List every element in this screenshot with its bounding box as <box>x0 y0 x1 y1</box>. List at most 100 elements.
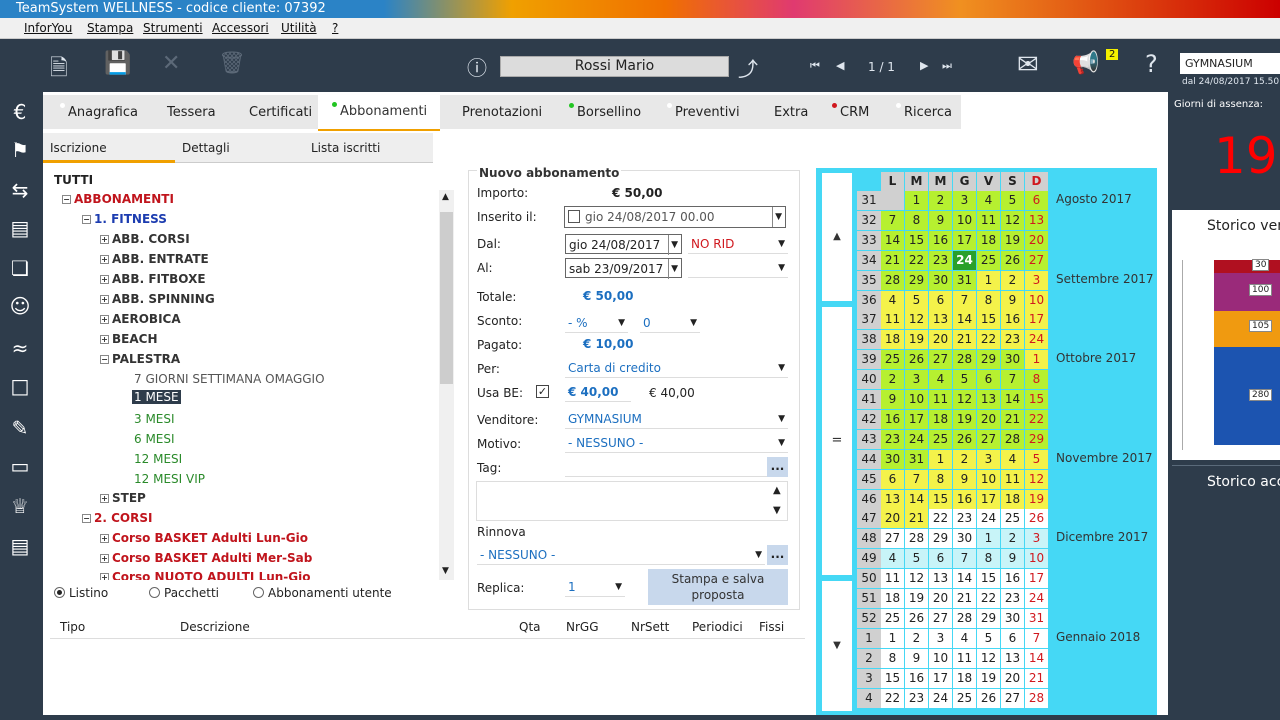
calendar-day[interactable]: 16 <box>929 230 952 250</box>
tag-browse-button[interactable]: ... <box>767 457 788 477</box>
calendar-day[interactable]: 30 <box>953 529 976 549</box>
calendar-day[interactable]: 25 <box>953 688 976 708</box>
calendar-day[interactable]: 17 <box>1025 310 1048 330</box>
motivo-select[interactable]: - NESSUNO - ▼ <box>565 433 788 453</box>
calendar-day[interactable]: 7 <box>1025 628 1048 648</box>
tree-scroll-thumb[interactable] <box>440 212 453 384</box>
calendar-day[interactable]: 15 <box>977 310 1000 330</box>
tree-node[interactable]: + AEROBICA <box>100 312 181 326</box>
calendar-day[interactable]: 18 <box>881 589 904 608</box>
calendar-day[interactable]: 5 <box>905 549 928 569</box>
al-field[interactable]: sab 23/09/2017 ▼ <box>565 258 682 279</box>
prev-page-icon[interactable]: ◀ <box>836 59 844 72</box>
col-qta[interactable]: Qta <box>519 620 541 634</box>
calendar-day[interactable]: 18 <box>881 330 904 350</box>
calendar-day[interactable]: 11 <box>881 569 904 589</box>
notes-scroll-up-icon[interactable]: ▲ <box>773 485 781 496</box>
calendar-day[interactable]: 22 <box>905 250 928 270</box>
menu-inforyou[interactable]: InforYou <box>24 21 72 35</box>
calendar-day[interactable]: 26 <box>977 688 1000 708</box>
rinnova-select[interactable]: - NESSUNO - ▼ <box>477 545 765 565</box>
usabe-value[interactable]: € 40,00 <box>565 382 631 402</box>
calendar-day[interactable]: 8 <box>977 290 1000 310</box>
calendar-day[interactable]: 20 <box>977 409 1000 429</box>
calendar-day[interactable]: 6 <box>1025 191 1048 210</box>
calendar-day[interactable]: 20 <box>929 589 952 608</box>
calendar-day[interactable]: 21 <box>953 589 976 608</box>
menu-utilita[interactable]: Utilità <box>281 21 317 35</box>
tree-node[interactable]: + Corso NUOTO ADULTI Lun-Gio <box>100 570 311 580</box>
first-page-icon[interactable]: ⏮ <box>810 59 820 73</box>
print-save-button[interactable]: Stampa e salva proposta <box>648 569 788 605</box>
calendar-day[interactable]: 5 <box>977 628 1000 648</box>
tree-node[interactable]: + BEACH <box>100 332 157 346</box>
calendar-next-button[interactable]: ▼ <box>822 581 852 711</box>
menu-help[interactable]: ? <box>332 21 338 35</box>
calendar-day[interactable]: 9 <box>953 469 976 489</box>
calendar-day[interactable]: 21 <box>1001 409 1024 429</box>
new-document-icon[interactable]: 🗎 <box>50 51 68 89</box>
radio-listino[interactable]: Listino <box>54 586 108 600</box>
calendar-day[interactable]: 31 <box>953 270 976 290</box>
tab-extra[interactable]: Extra <box>774 105 808 120</box>
calendar-day[interactable]: 25 <box>1001 509 1024 529</box>
calendar-day[interactable]: 6 <box>929 290 952 310</box>
calendar-day[interactable]: 3 <box>929 628 952 648</box>
calendar-day[interactable]: 11 <box>953 648 976 668</box>
calendar-day[interactable]: 26 <box>905 608 928 628</box>
calendar-day[interactable]: 17 <box>1025 569 1048 589</box>
calendar-day[interactable]: 12 <box>1001 210 1024 230</box>
col-nrsett[interactable]: NrSett <box>631 620 669 634</box>
notes-scroll-down-icon[interactable]: ▼ <box>773 505 781 516</box>
calendar-day[interactable]: 14 <box>881 230 904 250</box>
calendar-day[interactable]: 24 <box>929 688 952 708</box>
smiley-icon[interactable]: ☺ <box>4 294 36 318</box>
calendar-day[interactable]: 24 <box>905 429 928 449</box>
calendar-day[interactable]: 11 <box>881 310 904 330</box>
subtab-dettagli[interactable]: Dettagli <box>182 141 230 155</box>
calendar-day[interactable]: 18 <box>1001 489 1024 509</box>
calendar-day[interactable]: 29 <box>977 350 1000 370</box>
calendar-day[interactable]: 1 <box>881 628 904 648</box>
calendar-day[interactable]: 3 <box>977 449 1000 469</box>
calendar-day[interactable]: 19 <box>905 330 928 350</box>
calendar-day[interactable]: 16 <box>1001 310 1024 330</box>
calendar-day[interactable]: 27 <box>881 529 904 549</box>
calendar-day[interactable]: 30 <box>929 270 952 290</box>
tree-leaf[interactable]: 7 GIORNI SETTIMANA OMAGGIO <box>134 372 325 386</box>
calendar-day[interactable]: 22 <box>977 589 1000 608</box>
calendar-day[interactable]: 28 <box>1025 688 1048 708</box>
calendar-day[interactable]: 27 <box>977 429 1000 449</box>
calendar-day[interactable]: 4 <box>1001 449 1024 469</box>
calendar-day[interactable]: 12 <box>905 310 928 330</box>
calendar-day[interactable]: 19 <box>1001 230 1024 250</box>
menu-strumenti[interactable]: Strumenti <box>143 21 203 35</box>
calendar-day[interactable]: 23 <box>1001 589 1024 608</box>
tree-leaf-selected[interactable]: 1 MESE <box>132 390 181 404</box>
calendar-day[interactable]: 20 <box>881 509 904 529</box>
inserito-field[interactable]: gio 24/08/2017 00.00 ▼ <box>564 206 786 228</box>
calendar-day[interactable]: 27 <box>1001 688 1024 708</box>
calendar-day[interactable]: 4 <box>977 191 1000 210</box>
rid-select[interactable]: NO RID ▼ <box>688 234 788 254</box>
tab-borsellino[interactable]: Borsellino <box>569 103 641 120</box>
calendar-day[interactable]: 8 <box>977 549 1000 569</box>
calendar-day[interactable]: 1 <box>977 529 1000 549</box>
calendar-day[interactable]: 10 <box>977 469 1000 489</box>
calendar-day[interactable]: 23 <box>905 688 928 708</box>
calendar-day[interactable]: 3 <box>953 191 976 210</box>
cancel-icon[interactable]: ✕ <box>162 51 180 76</box>
tab-ricerca[interactable]: Ricerca <box>896 103 952 120</box>
calendar-day[interactable]: 7 <box>881 210 904 230</box>
calendar-day[interactable]: 13 <box>929 569 952 589</box>
calendar-day[interactable]: 23 <box>881 429 904 449</box>
tree-node[interactable]: + ABB. CORSI <box>100 232 190 246</box>
calendar-day[interactable]: 25 <box>977 250 1000 270</box>
calendar-prev-button[interactable]: ▲ <box>822 173 852 301</box>
tag-input[interactable] <box>565 457 767 477</box>
calendar-day[interactable]: 15 <box>1025 390 1048 409</box>
calendar-day[interactable]: 18 <box>929 409 952 429</box>
calendar-day[interactable]: 2 <box>881 370 904 390</box>
calendar-day[interactable]: 23 <box>953 509 976 529</box>
calendar-day[interactable]: 11 <box>977 210 1000 230</box>
